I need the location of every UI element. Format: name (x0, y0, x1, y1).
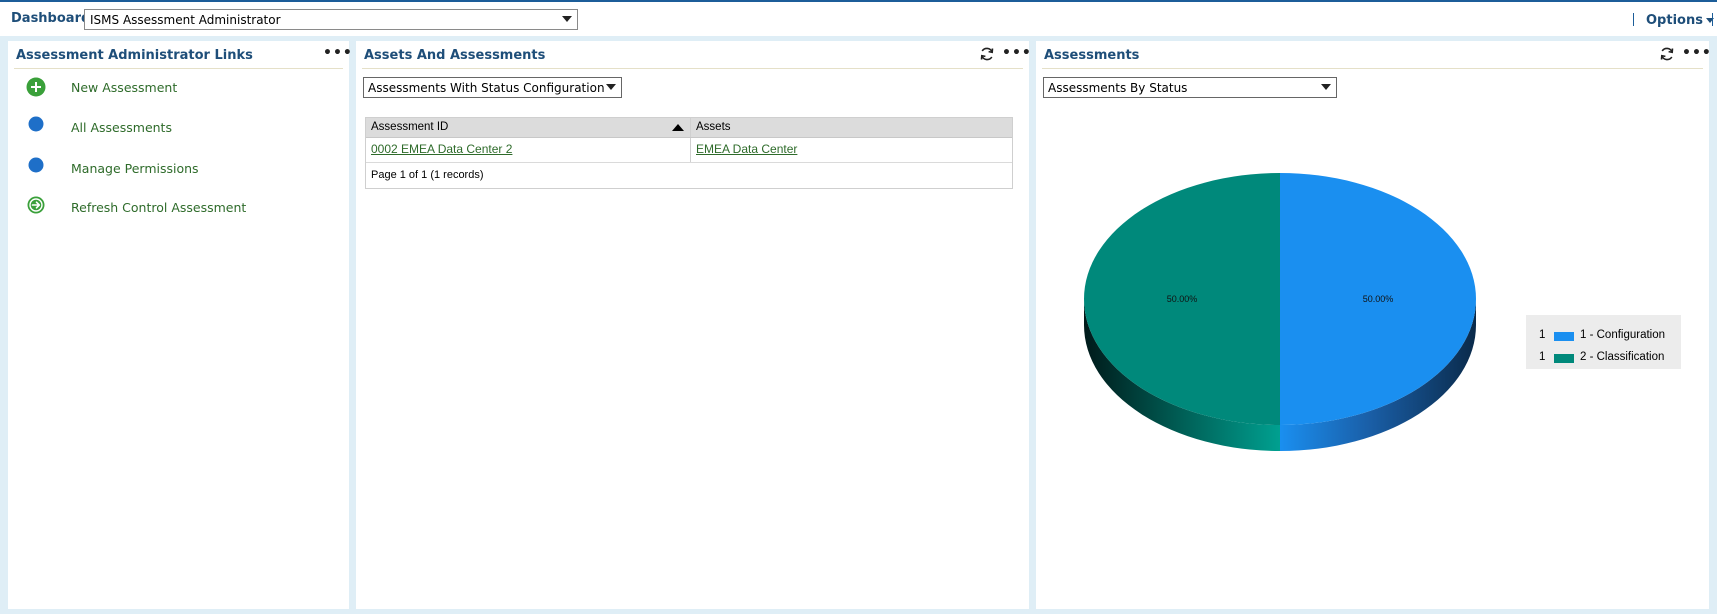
plus-circle-icon (26, 77, 46, 97)
arrow-right-circle-icon (27, 196, 45, 214)
blue-dot-icon (28, 116, 44, 132)
asset-link[interactable]: EMEA Data Center (696, 142, 797, 156)
link-refresh-control-assessment[interactable]: Refresh Control Assessment (8, 196, 338, 219)
legend-label: 1 - Configuration (1580, 329, 1666, 341)
dashboard-select[interactable]: ISMS Assessment Administrator (84, 9, 578, 30)
legend-item[interactable]: 1 1 - Configuration (1539, 329, 1679, 343)
more-options-icon[interactable]: ••• (1682, 45, 1712, 61)
table-cell: EMEA Data Center (691, 138, 1012, 162)
legend-swatch (1554, 354, 1574, 363)
view-select[interactable]: Assessments By Status (1043, 77, 1337, 98)
link-new-assessment[interactable]: New Assessment (8, 77, 338, 99)
column-label: Assessment ID (371, 121, 449, 133)
link-label: Manage Permissions (71, 161, 199, 176)
pager-text: Page 1 of 1 (1 records) (371, 169, 484, 181)
pie-percent-label: 50.00% (1363, 294, 1394, 304)
panel-title: Assessments (1044, 48, 1140, 63)
legend-swatch (1554, 332, 1574, 341)
view-select-value: Assessments With Status Configuration (368, 81, 605, 95)
assets-panel: Assets And Assessments ••• Assessments W… (356, 41, 1032, 609)
table-row: 0002 EMEA Data Center 2 EMEA Data Center (366, 138, 1012, 163)
legend-count: 1 (1539, 351, 1546, 363)
more-options-icon[interactable]: ••• (323, 45, 353, 61)
legend-label: 2 - Classification (1580, 351, 1665, 363)
more-options-icon[interactable]: ••• (1002, 45, 1032, 61)
status-pie-chart: 50.00% 50.00% (1084, 173, 1476, 451)
link-manage-permissions[interactable]: Manage Permissions (8, 157, 338, 180)
chevron-down-icon (606, 84, 616, 90)
options-label: Options (1646, 13, 1703, 28)
options-menu[interactable]: Options (1646, 13, 1714, 28)
chevron-down-icon (1321, 84, 1331, 90)
legend-count: 1 (1539, 329, 1546, 341)
chart-legend: 1 1 - Configuration 1 2 - Classification (1526, 315, 1681, 369)
pie-percent-label: 50.00% (1167, 294, 1198, 304)
sort-ascending-icon (672, 124, 684, 131)
link-label: All Assessments (71, 120, 172, 135)
legend-item[interactable]: 1 2 - Classification (1539, 351, 1679, 365)
divider (362, 68, 1023, 69)
table-cell: 0002 EMEA Data Center 2 (366, 138, 691, 162)
blue-dot-icon (28, 157, 44, 173)
link-label: New Assessment (71, 80, 178, 95)
dashboard-label: Dashboard: (11, 11, 96, 26)
link-all-assessments[interactable]: All Assessments (8, 116, 338, 139)
link-label: Refresh Control Assessment (71, 200, 247, 215)
refresh-icon[interactable] (979, 46, 995, 62)
assessments-grid: Assessment ID Assets 0002 EMEA Data Cent… (365, 117, 1013, 189)
view-select[interactable]: Assessments With Status Configuration (363, 77, 622, 98)
separator (1633, 13, 1634, 26)
column-header-assets[interactable]: Assets (691, 118, 1012, 137)
panel-title: Assets And Assessments (364, 48, 546, 63)
assessments-panel: Assessments ••• Assessments By Status 50… (1036, 41, 1712, 609)
column-label: Assets (696, 121, 731, 133)
assessment-link[interactable]: 0002 EMEA Data Center 2 (371, 142, 512, 156)
view-select-value: Assessments By Status (1048, 81, 1188, 95)
divider (14, 68, 343, 69)
divider (1042, 68, 1703, 69)
chevron-down-icon (562, 16, 572, 22)
refresh-icon[interactable] (1659, 46, 1675, 62)
grid-header: Assessment ID Assets (366, 118, 1012, 138)
panel-title: Assessment Administrator Links (16, 48, 253, 63)
column-header-assessment-id[interactable]: Assessment ID (366, 118, 691, 137)
links-panel: Assessment Administrator Links ••• New A… (8, 41, 352, 609)
separator (1712, 13, 1713, 26)
dashboard-select-value: ISMS Assessment Administrator (90, 13, 281, 27)
dashboard-toolbar: Dashboard: ISMS Assessment Administrator… (0, 0, 1717, 36)
